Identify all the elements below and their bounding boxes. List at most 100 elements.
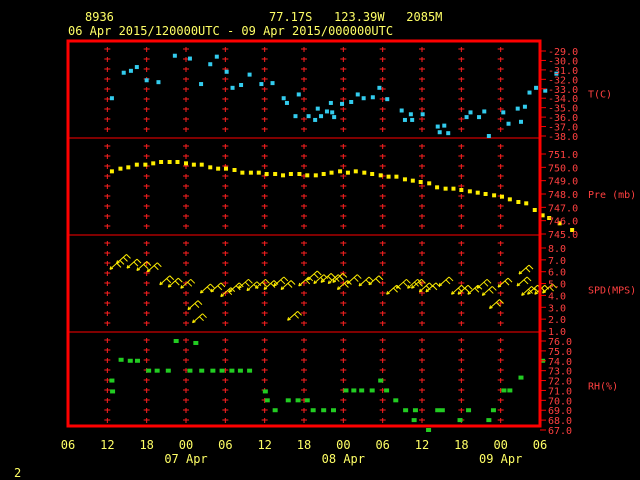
rh-point [507,388,513,393]
x-tick-label: 12 [100,438,114,452]
temperature-point [270,81,275,86]
wind-barb-feather [467,284,473,290]
wind-barb-feather [126,254,131,259]
rh-point [435,408,441,413]
wind-tick-label: 7.0 [548,256,566,267]
rh-point [237,368,243,373]
wind-barb-feather [133,261,139,267]
wind-barb-feather [169,275,175,281]
wind-axis-label: SPD(MPS) [588,286,636,297]
wind-barb-feather [143,264,149,269]
rh-point [426,428,432,432]
x-tick-label: 06 [218,438,232,452]
wind-barb-feather [245,281,250,287]
wind-barb [159,275,175,286]
wind-barb-feather [474,287,480,293]
pressure-point [410,178,415,183]
wind-barb-feather [177,277,183,283]
pressure-point [524,201,529,206]
wind-barb-feather [283,276,289,282]
pressure-point [321,172,326,176]
wind-barb [180,278,196,289]
pressure-point [273,172,278,176]
wind-barb [210,282,226,293]
x-tick-label: 00 [493,438,507,452]
temperature-point [515,106,520,111]
temperature-point [247,72,252,77]
wind-barb-feather [217,285,223,291]
rh-point [127,358,133,363]
wind-barb-feather [526,276,532,282]
grid-layer [68,47,540,423]
rh-point [411,418,417,423]
pressure-point [345,170,350,175]
temperature-point [486,134,491,138]
rh-point [264,398,270,403]
temperature-point [134,65,139,70]
pressure-point [208,165,213,170]
rh-point [285,398,291,403]
temperature-point [324,109,329,114]
rh-point [247,368,253,373]
rh-point [518,375,524,380]
wind-barb-feather [287,283,293,288]
rh-point [501,388,507,393]
pressure-point [378,173,383,178]
pressure-point [264,172,269,176]
pressure-tick-label: 746.0 [548,217,578,228]
temperature-point [385,97,390,102]
rh-point [343,388,349,393]
wind-barb [116,254,131,264]
wind-barb-feather [153,265,159,271]
pressure-point [167,160,172,164]
wind-barb [126,258,142,269]
station-id: 8936 [85,10,114,24]
pressure-point [459,188,464,192]
rh-point [457,418,463,423]
x-tick-label: 06 [533,438,547,452]
wind-barb-feather [523,279,529,285]
rh-point [486,418,492,423]
rh-point [272,408,278,413]
rh-point [439,408,445,413]
wind-barb [516,276,532,287]
wind-barb-feather [210,283,215,289]
pressure-point [370,172,375,176]
rh-point [384,388,390,393]
rh-point [403,408,409,413]
wind-barb-feather [136,258,142,264]
pressure-point [175,160,180,164]
rh-point [393,398,399,403]
pressure-point [443,186,448,191]
rh-point [118,357,124,362]
rh-point [310,408,316,413]
temperature-point [239,83,244,87]
x-tick-label: 12 [415,438,429,452]
pressure-point [159,160,164,164]
pressure-point [199,162,204,167]
meteogram-chart: 8936 77.17S 123.39W 2085M 06 Apr 2015/12… [14,10,636,480]
temperature-tick-label: -38.0 [548,132,578,143]
temperature-point [315,106,320,111]
temperature-point [109,96,114,101]
temperature-point [208,62,213,67]
wind-barb-feather [393,287,398,293]
wind-barb-feather [445,279,451,285]
pressure-point [492,193,497,198]
temperature-point [410,117,415,122]
temperature-point [284,100,289,105]
pressure-point [223,166,228,171]
pressure-tick-label: 750.0 [548,163,578,174]
pressure-point [475,190,480,195]
wind-barb-feather [194,303,200,309]
temperature-point [482,109,487,114]
temperature-point [306,114,311,119]
wind-barb-feather [339,276,345,281]
rh-point [262,389,268,394]
wind-barb-feather [116,262,122,268]
rh-point [466,408,472,413]
pressure-tick-label: 747.0 [548,203,578,214]
rh-point [210,368,216,373]
temperature-point [330,110,335,115]
wind-barb-feather [197,300,203,306]
